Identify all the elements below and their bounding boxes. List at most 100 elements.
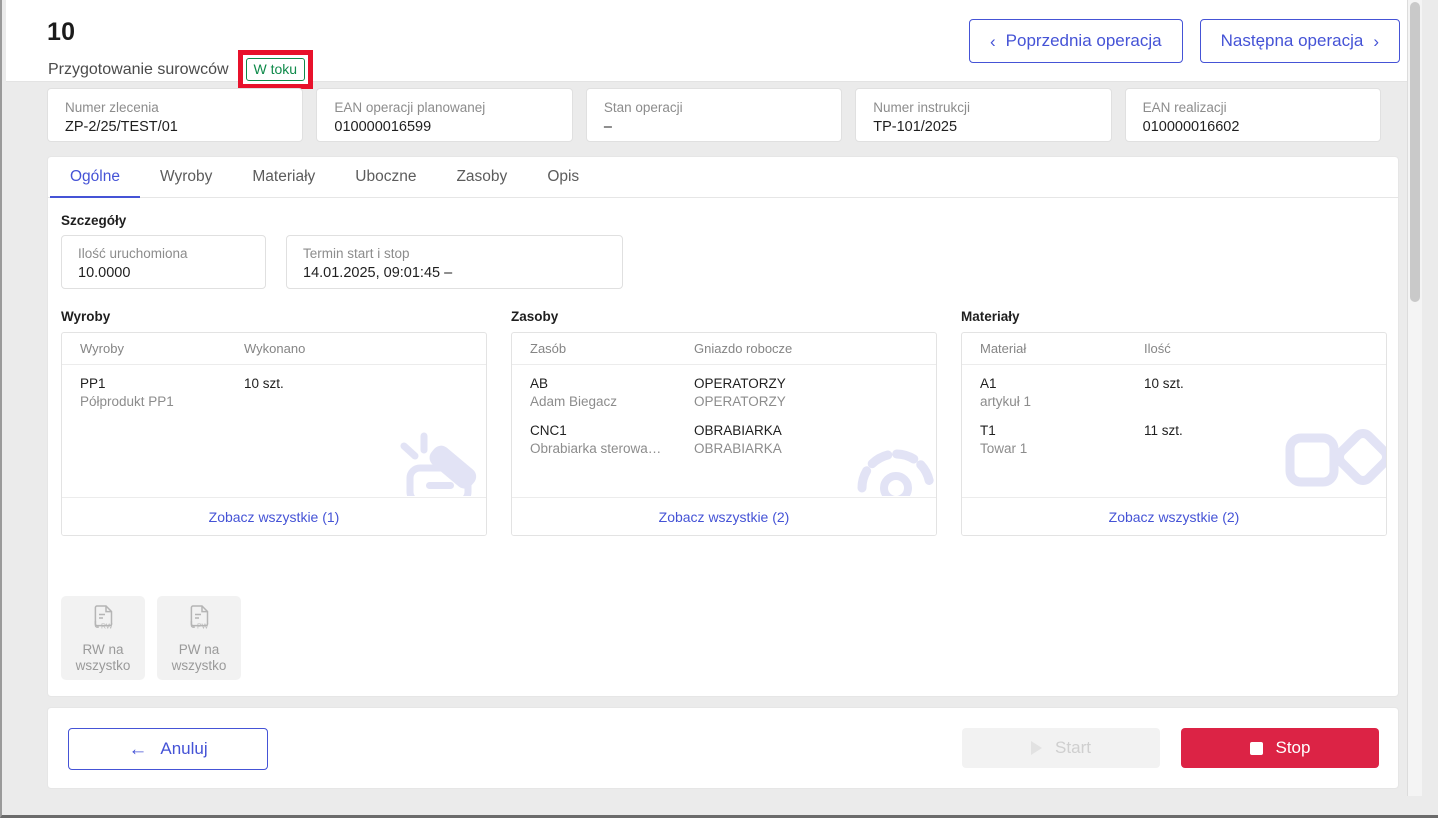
summary-table: Materiały Materiał Ilość A1 artykuł 1 10 szt.… (961, 309, 1387, 536)
table-box: Zasób Gniazdo robocze AB Adam Biegacz OPERAT… (511, 332, 937, 536)
document-button-label: PW na wszystko (172, 642, 227, 674)
play-icon (1031, 741, 1043, 755)
table-cell-secondary: 11 szt. (1144, 422, 1368, 458)
table-body: PP1 Półprodukt PP1 10 szt. (62, 365, 486, 411)
document-icon: PW (184, 602, 214, 637)
next-operation-label: Następna operacja (1220, 31, 1364, 50)
stop-button[interactable]: Stop (1181, 728, 1379, 768)
info-card-strip: Numer zlecenia ZP-2/25/TEST/01 EAN operacj… (6, 88, 1422, 142)
table-cell-value: 10 szt. (244, 376, 284, 391)
detail-field-value: 14.01.2025, 09:01:45 – (303, 265, 453, 281)
start-button-label: Start (1055, 738, 1091, 757)
info-card-label: EAN realizacji (1142, 100, 1227, 115)
info-card-value: – (603, 119, 612, 135)
info-card: EAN operacji planowanej 010000016599 (316, 88, 573, 142)
document-button-label-line2: wszystko (171, 658, 227, 673)
arrow-left-icon: ← (128, 738, 148, 760)
stop-square-icon (1249, 741, 1263, 755)
table-cell-sub: Adam Biegacz (530, 394, 618, 409)
table-cell-sub: artykuł 1 (980, 394, 1032, 409)
table-row: T1 Towar 1 11 szt. (980, 422, 1368, 458)
tab-4[interactable]: Zasoby (436, 157, 527, 198)
table-cell-value: OBRABIARKA (694, 423, 782, 438)
cancel-button-label: Anuluj (160, 739, 208, 758)
table-heading: Wyroby (61, 309, 111, 324)
tab-3[interactable]: Uboczne (335, 157, 436, 198)
table-box: Wyroby Wykonano PP1 Półprodukt PP1 10 szt. Zo… (61, 332, 487, 536)
scanner-icon (396, 426, 486, 506)
table-cell-secondary: OPERATORZY OPERATORZY (694, 375, 918, 411)
info-card-label: Numer zlecenia (65, 100, 159, 115)
table-footer: Zobacz wszystkie (1) (62, 497, 486, 535)
operation-nav-buttons: ‹ Poprzednia operacja Następna operacja … (968, 19, 1400, 63)
table-cell-value-sub: OBRABIARKA (694, 441, 782, 456)
info-card-value: 010000016599 (334, 119, 432, 135)
see-all-link[interactable]: Zobacz wszystkie (2) (1109, 509, 1240, 525)
tab-2[interactable]: Materiały (232, 157, 335, 198)
table-cell-sub: Obrabiarka sterowa… (530, 441, 662, 456)
details-section-title: Szczegóły (61, 213, 127, 228)
table-footer: Zobacz wszystkie (2) (962, 497, 1386, 535)
see-all-link[interactable]: Zobacz wszystkie (2) (659, 509, 790, 525)
table-cell-primary: A1 artykuł 1 (980, 375, 1144, 411)
tab-bar: Ogólne Wyroby Materiały Uboczne Zasoby Opis (48, 157, 1398, 198)
table-footer: Zobacz wszystkie (2) (512, 497, 936, 535)
table-column-header-2: Ilość (1144, 341, 1171, 356)
app-viewport: 10 Przygotowanie surowców W toku ‹ Poprz… (0, 0, 1438, 818)
stop-button-label: Stop (1275, 738, 1311, 757)
table-header-row: Materiał Ilość (962, 333, 1386, 365)
operation-detail-page: 10 Przygotowanie surowców W toku ‹ Poprz… (6, 0, 1422, 796)
info-card-value: TP-101/2025 (873, 119, 958, 135)
table-cell-main: A1 (980, 376, 997, 391)
tab-0[interactable]: Ogólne (50, 157, 140, 198)
info-card-label: Stan operacji (603, 100, 683, 115)
chevron-right-icon: › (1373, 31, 1379, 51)
document-icon-label: RW (101, 624, 113, 631)
document-icon: RW (88, 602, 118, 637)
table-column-header-1: Zasób (530, 341, 567, 356)
status-badge: W toku (245, 58, 306, 81)
document-button-label: RW na wszystko (76, 642, 131, 674)
scrollbar-thumb[interactable] (1410, 2, 1420, 302)
document-button-label-line1: PW na (178, 642, 220, 657)
info-card: Stan operacji – (585, 88, 843, 142)
info-card: EAN realizacji 010000016602 (1124, 88, 1382, 142)
detail-field: Ilość uruchomiona 10.0000 (61, 235, 266, 289)
detail-field-label: Ilość uruchomiona (78, 246, 188, 261)
tab-1[interactable]: Wyroby (140, 157, 232, 198)
table-cell-primary: CNC1 Obrabiarka sterowa… (530, 422, 694, 458)
table-cell-secondary: 10 szt. (1144, 375, 1368, 411)
table-cell-sub: Półprodukt PP1 (80, 394, 174, 409)
table-column-header-1: Wyroby (80, 341, 124, 356)
operation-title: Przygotowanie surowców (48, 60, 229, 78)
detail-field: Termin start i stop 14.01.2025, 09:01:45 … (286, 235, 623, 289)
table-column-header-2: Gniazdo robocze (694, 341, 793, 356)
operation-number: 10 (47, 18, 76, 46)
document-button[interactable]: RW RW na wszystko (61, 596, 145, 680)
summary-table: Zasoby Zasób Gniazdo robocze AB Adam Biegacz… (511, 309, 937, 536)
table-header-row: Zasób Gniazdo robocze (512, 333, 936, 365)
table-cell-main: PP1 (80, 376, 106, 391)
table-column-header-2: Wykonano (244, 341, 306, 356)
action-bar: ← Anuluj Start Stop (47, 707, 1399, 789)
document-button[interactable]: PW PW na wszystko (157, 596, 241, 680)
see-all-link[interactable]: Zobacz wszystkie (1) (209, 509, 340, 525)
info-card-label: EAN operacji planowanej (334, 100, 486, 115)
table-row: AB Adam Biegacz OPERATORZY OPERATORZY (530, 375, 918, 411)
table-cell-main: T1 (980, 423, 996, 438)
info-card-value: ZP-2/25/TEST/01 (65, 119, 178, 135)
cancel-button[interactable]: ← Anuluj (68, 728, 268, 770)
info-card: Numer zlecenia ZP-2/25/TEST/01 (47, 88, 304, 142)
document-icon-label: PW (197, 624, 209, 631)
table-column-header-1: Materiał (980, 341, 1027, 356)
previous-operation-button[interactable]: ‹ Poprzednia operacja (968, 19, 1183, 63)
document-buttons: RW RW na wszystko PW PW na wszystko (61, 596, 241, 680)
table-cell-secondary: OBRABIARKA OBRABIARKA (694, 422, 918, 458)
table-body: AB Adam Biegacz OPERATORZY OPERATORZY CNC1 Ob… (512, 365, 936, 458)
table-cell-primary: AB Adam Biegacz (530, 375, 694, 411)
page-scrollbar[interactable] (1407, 0, 1422, 796)
next-operation-button[interactable]: Następna operacja › (1199, 19, 1400, 63)
table-cell-value: OPERATORZY (694, 376, 786, 391)
tab-5[interactable]: Opis (527, 157, 599, 198)
table-cell-value: 11 szt. (1144, 423, 1183, 438)
